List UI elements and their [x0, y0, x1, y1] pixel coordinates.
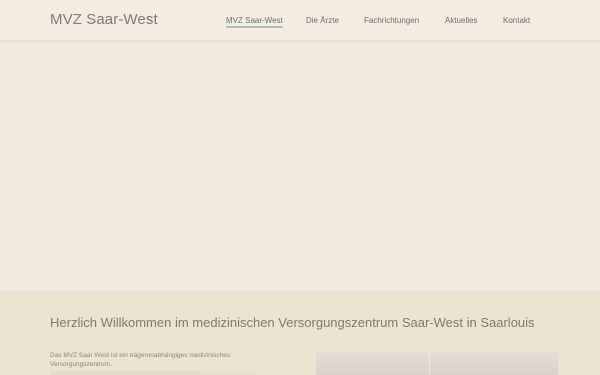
intro-paragraph: Das MVZ Saar West ist ein trägerunabhäng…	[50, 352, 231, 368]
main-nav: MVZ Saar-West Die Ärzte Fachrichtungen A…	[0, 16, 600, 32]
nav-active-indicator	[226, 26, 283, 28]
nav-item-kontakt[interactable]: Kontakt	[503, 16, 530, 25]
content-image	[316, 351, 558, 375]
nav-item-aktuelles[interactable]: Aktuelles	[445, 16, 477, 25]
intro-continuation	[50, 371, 290, 375]
nav-item-die-aerzte[interactable]: Die Ärzte	[306, 16, 339, 25]
hero-banner	[0, 41, 600, 291]
nav-item-mvz-saar-west[interactable]: MVZ Saar-West	[226, 16, 283, 25]
page-title: Herzlich Willkommen im medizinischen Ver…	[50, 315, 535, 330]
site-header: MVZ Saar-West MVZ Saar-West Die Ärzte Fa…	[0, 0, 600, 40]
nav-item-fachrichtungen[interactable]: Fachrichtungen	[364, 16, 419, 25]
image-divider	[429, 351, 430, 375]
